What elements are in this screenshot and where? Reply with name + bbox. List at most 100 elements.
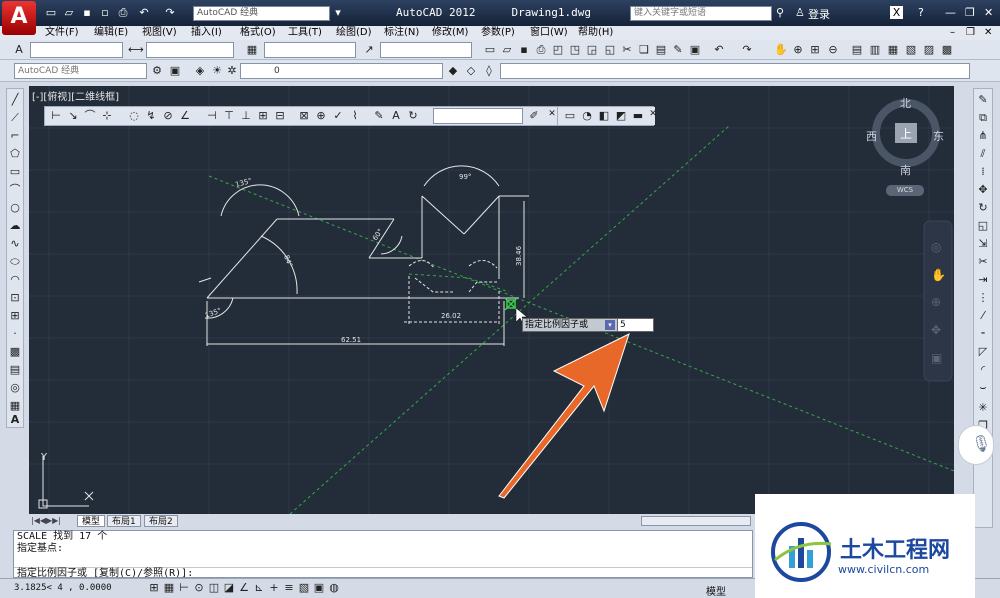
transparency-icon[interactable]: ▧ bbox=[297, 581, 311, 595]
text-icon-3[interactable]: ◧ bbox=[597, 109, 611, 123]
fillet-icon[interactable]: ◜ bbox=[976, 363, 990, 377]
make-block-icon[interactable]: ⊞ bbox=[8, 309, 22, 323]
design-center-icon[interactable]: ▥ bbox=[868, 43, 882, 57]
workspace-dropdown[interactable]: AutoCAD 经典 bbox=[193, 6, 330, 21]
tab-model[interactable]: 模型 bbox=[77, 515, 106, 527]
otrack-icon[interactable]: ∠ bbox=[237, 581, 251, 595]
offset-icon[interactable]: ⫽ bbox=[976, 147, 990, 161]
drawing-canvas[interactable]: 135° 84° 60° 99° 135° 38.46 26.02 62.51 … bbox=[29, 86, 954, 514]
table-icon[interactable]: ▦ bbox=[8, 399, 22, 413]
help-button[interactable]: ? bbox=[918, 6, 924, 19]
compass-east[interactable]: 东 bbox=[933, 128, 944, 144]
tab-nav-arrows[interactable]: |◀◀▶▶| bbox=[31, 516, 61, 525]
blend-icon[interactable]: ⌣ bbox=[976, 381, 990, 395]
ducs-icon[interactable]: ⊾ bbox=[252, 581, 266, 595]
table-style-combo[interactable] bbox=[264, 42, 356, 58]
mtext-icon[interactable]: A bbox=[8, 413, 22, 427]
inspection-icon[interactable]: ✓ bbox=[331, 109, 345, 123]
new-icon[interactable]: ▭ bbox=[44, 6, 58, 19]
zoom-window-icon[interactable]: ⊞ bbox=[808, 43, 822, 57]
menu-parametric[interactable]: 参数(P) bbox=[481, 26, 515, 40]
menu-dimension[interactable]: 标注(N) bbox=[384, 26, 419, 40]
text-toolbar-close-icon[interactable]: ✕ bbox=[646, 107, 660, 121]
jogged-linear-icon[interactable]: ⌇ bbox=[348, 109, 362, 123]
compass-west[interactable]: 西 bbox=[866, 128, 877, 144]
tb-new-icon[interactable]: ▭ bbox=[483, 43, 497, 57]
cut-icon[interactable]: ✂ bbox=[620, 43, 634, 57]
make-current-layer-icon[interactable]: ◆ bbox=[446, 64, 460, 78]
polygon-icon[interactable]: ⬠ bbox=[8, 147, 22, 161]
angular-dim-icon[interactable]: ∠ bbox=[178, 109, 192, 123]
ordinate-dim-icon[interactable]: ⊹ bbox=[100, 109, 114, 123]
compass-south[interactable]: 南 bbox=[900, 162, 911, 178]
grid-display-icon[interactable]: ▦ bbox=[162, 581, 176, 595]
text-icon-2[interactable]: ◔ bbox=[580, 109, 594, 123]
tb-print-icon[interactable]: ⎙ bbox=[534, 43, 548, 57]
menu-draw[interactable]: 绘图(D) bbox=[336, 26, 372, 40]
sign-in-link[interactable]: 登录 bbox=[808, 6, 830, 22]
point-icon[interactable]: · bbox=[8, 327, 22, 341]
tolerance-icon[interactable]: ⊠ bbox=[297, 109, 311, 123]
line-icon[interactable]: ╱ bbox=[8, 93, 22, 107]
menu-help[interactable]: 帮助(H) bbox=[578, 26, 613, 40]
tab-layout1[interactable]: 布局1 bbox=[107, 515, 141, 527]
tb-undo-icon[interactable]: ↶ bbox=[712, 43, 726, 57]
tb-preview-icon[interactable]: ◰ bbox=[551, 43, 565, 57]
exchange-icon[interactable]: X bbox=[890, 6, 903, 19]
sheet-set-icon[interactable]: ▧ bbox=[904, 43, 918, 57]
tb-publish-icon[interactable]: ◳ bbox=[568, 43, 582, 57]
dim-break-icon[interactable]: ⊟ bbox=[273, 109, 287, 123]
jogged-dim-icon[interactable]: ↯ bbox=[144, 109, 158, 123]
menu-window[interactable]: 窗口(W) bbox=[530, 26, 568, 40]
coordinate-readout[interactable]: 3.1825< 4 , 0.0000 bbox=[14, 583, 112, 593]
save-icon[interactable]: ▪ bbox=[80, 6, 94, 19]
menu-view[interactable]: 视图(V) bbox=[142, 26, 177, 40]
tb-save-icon[interactable]: ▪ bbox=[517, 43, 531, 57]
chamfer-icon[interactable]: ◸ bbox=[976, 345, 990, 359]
mleader-style-icon[interactable]: ↗ bbox=[362, 43, 376, 57]
lineweight-icon[interactable]: ≡ bbox=[282, 581, 296, 595]
tb-redo-icon[interactable]: ↷ bbox=[740, 43, 754, 57]
workspace-combo[interactable]: AutoCAD 经典 bbox=[14, 63, 147, 79]
insert-block-icon[interactable]: ⊡ bbox=[8, 291, 22, 305]
block-editor-icon[interactable]: ▣ bbox=[688, 43, 702, 57]
dim-space-icon[interactable]: ⊞ bbox=[256, 109, 270, 123]
close-icon[interactable]: ✕ bbox=[984, 6, 993, 19]
dynamic-input-field[interactable]: 5 bbox=[617, 318, 654, 332]
arc-icon[interactable]: ⌒ bbox=[8, 183, 22, 197]
break-point-icon[interactable]: ⋮ bbox=[976, 291, 990, 305]
hatch-icon[interactable]: ▩ bbox=[8, 345, 22, 359]
application-menu-button[interactable]: A bbox=[2, 1, 36, 35]
tool-palettes-icon[interactable]: ▦ bbox=[886, 43, 900, 57]
menu-tools[interactable]: 工具(T) bbox=[288, 26, 322, 40]
radius-dim-icon[interactable]: ◌ bbox=[127, 109, 141, 123]
ortho-mode-icon[interactable]: ⊢ bbox=[177, 581, 191, 595]
polyline-icon[interactable]: ⌐ bbox=[8, 129, 22, 143]
revcloud-icon[interactable]: ☁ bbox=[8, 219, 22, 233]
polar-tracking-icon[interactable]: ⊙ bbox=[192, 581, 206, 595]
workspace-save-icon[interactable]: ▣ bbox=[168, 64, 182, 78]
array-icon[interactable]: ⁞ bbox=[976, 165, 990, 179]
dimedit-icon[interactable]: ✎ bbox=[372, 109, 386, 123]
color-linetype-combo[interactable] bbox=[500, 63, 970, 79]
layer-manager-icon[interactable]: ◈ bbox=[193, 64, 207, 78]
compass-north[interactable]: 北 bbox=[900, 95, 911, 111]
binoculars-icon[interactable]: ⚲ bbox=[776, 6, 784, 19]
tb-open-icon[interactable]: ▱ bbox=[500, 43, 514, 57]
dim-style-select[interactable] bbox=[433, 108, 523, 124]
print-icon[interactable]: ⎙ bbox=[116, 6, 130, 19]
dim-style-manager-icon[interactable]: ✐ bbox=[527, 109, 541, 123]
ellipse-arc-icon[interactable]: ◠ bbox=[8, 273, 22, 287]
search-input[interactable]: 键入关键字或短语 bbox=[630, 6, 772, 21]
object-snap-icon[interactable]: ◫ bbox=[207, 581, 221, 595]
join-icon[interactable]: ⁃ bbox=[976, 327, 990, 341]
text-style-icon[interactable]: A bbox=[12, 43, 26, 57]
break-icon[interactable]: ⁄ bbox=[976, 309, 990, 323]
trim-icon[interactable]: ✂ bbox=[976, 255, 990, 269]
mleader-style-combo[interactable] bbox=[380, 42, 472, 58]
baseline-dim-icon[interactable]: ⊤ bbox=[222, 109, 236, 123]
tb-etransmit-icon[interactable]: ◱ bbox=[603, 43, 617, 57]
rotate-icon[interactable]: ↻ bbox=[976, 201, 990, 215]
viewport-label[interactable]: [-][俯视][二维线框] bbox=[32, 88, 119, 103]
zoom-previous-icon[interactable]: ⊖ bbox=[826, 43, 840, 57]
